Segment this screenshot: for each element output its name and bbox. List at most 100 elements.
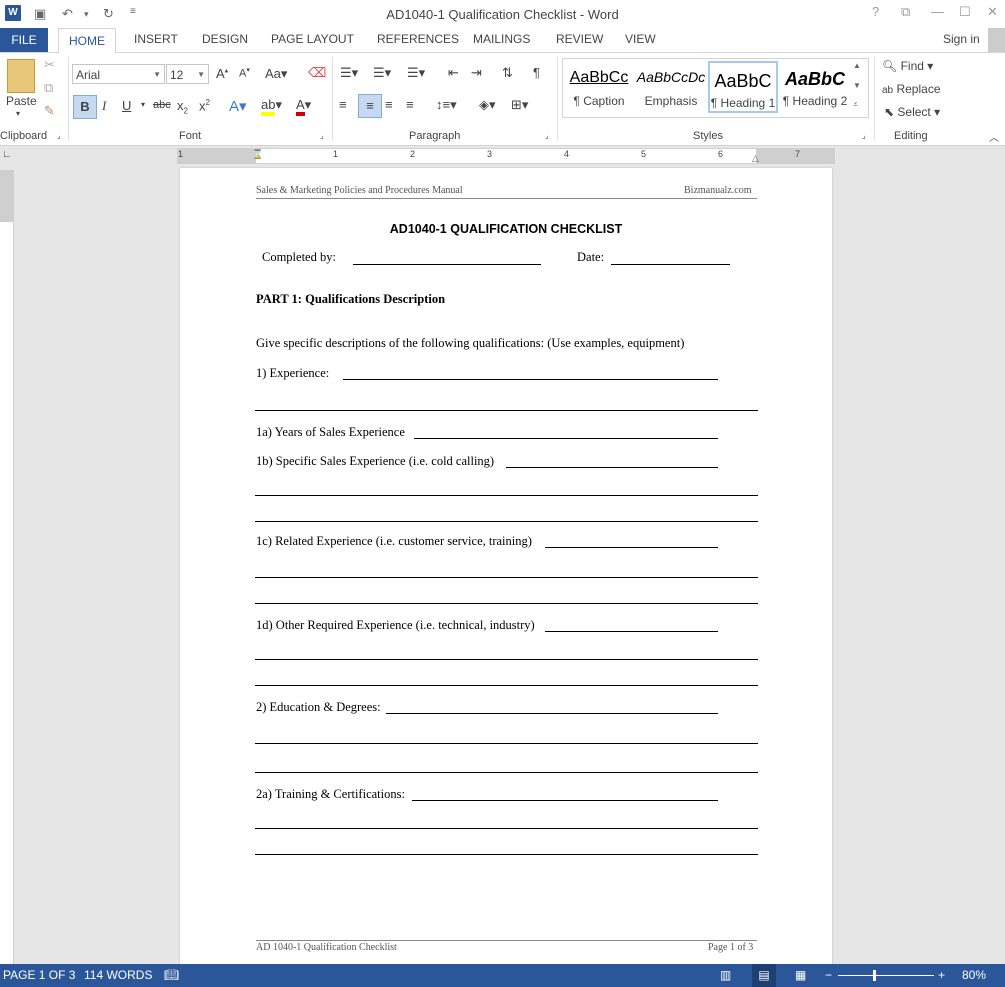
find-button[interactable]: 🔍︎ Find ▾: [882, 59, 933, 73]
bold-button[interactable]: B: [73, 95, 97, 119]
avatar[interactable]: [988, 28, 1005, 52]
tab-references[interactable]: REFERENCES: [377, 32, 459, 46]
clear-formatting-icon[interactable]: ⌫: [308, 65, 326, 81]
font-name-combo[interactable]: Arial ▼: [72, 64, 165, 84]
underline-dropdown-icon[interactable]: ▾: [141, 100, 145, 109]
horizontal-ruler[interactable]: 1 1 2 3 4 5 6 7 ⌛ △: [177, 148, 835, 164]
page-count[interactable]: PAGE 1 OF 3: [3, 968, 75, 982]
read-mode-icon[interactable]: ▥: [720, 968, 731, 982]
font-color-icon[interactable]: A▾: [296, 97, 311, 116]
answer-line: [255, 828, 758, 829]
tab-file[interactable]: FILE: [0, 28, 48, 52]
tab-mailings[interactable]: MAILINGS: [473, 32, 530, 46]
font-size-combo[interactable]: 12 ▼: [166, 64, 209, 84]
answer-line: [255, 743, 758, 744]
change-case-icon[interactable]: Aa▾: [265, 66, 287, 82]
shading-icon[interactable]: ◈▾: [479, 97, 496, 113]
grow-font-icon[interactable]: A▴: [216, 66, 228, 81]
select-button[interactable]: ⬉ Select ▾: [884, 105, 940, 119]
borders-icon[interactable]: ⊞▾: [511, 97, 528, 113]
subscript-button[interactable]: x2: [177, 98, 188, 116]
text-effects-icon[interactable]: A▾: [229, 97, 247, 115]
styles-launcher-icon[interactable]: ⌟: [862, 131, 866, 140]
tab-selector-icon[interactable]: ∟: [2, 150, 12, 160]
right-indent-marker-icon[interactable]: △: [752, 153, 759, 164]
tab-insert[interactable]: INSERT: [134, 32, 178, 46]
vertical-ruler[interactable]: [0, 170, 14, 965]
word-count[interactable]: 114 WORDS: [84, 968, 152, 982]
show-formatting-icon[interactable]: ¶: [533, 65, 540, 80]
indent-marker-icon[interactable]: ⌛: [252, 149, 263, 160]
justify-icon[interactable]: ≡: [406, 97, 414, 112]
align-center-icon[interactable]: ≡: [358, 94, 382, 118]
copy-icon[interactable]: ⧉: [44, 80, 53, 96]
answer-line: [255, 772, 758, 773]
clipboard-launcher-icon[interactable]: ⌟: [57, 131, 61, 140]
font-name-value: Arial: [76, 68, 101, 82]
style-caption[interactable]: AaBbCc ¶ Caption: [564, 61, 634, 113]
tab-design[interactable]: DESIGN: [202, 32, 248, 46]
highlight-icon[interactable]: ab▾: [261, 97, 282, 116]
find-label: Find: [900, 59, 924, 73]
print-layout-icon[interactable]: ▤: [752, 964, 776, 987]
proofing-icon[interactable]: 📖︎: [164, 968, 179, 982]
sort-icon[interactable]: ⇅: [502, 65, 513, 81]
strikethrough-button[interactable]: abc: [153, 99, 171, 111]
numbering-icon[interactable]: ☰▾: [373, 65, 391, 81]
font-launcher-icon[interactable]: ⌟: [320, 131, 324, 140]
paragraph-launcher-icon[interactable]: ⌟: [545, 131, 549, 140]
multilevel-list-icon[interactable]: ☰▾: [407, 65, 425, 81]
tab-review[interactable]: REVIEW: [556, 32, 603, 46]
header-rule: [256, 198, 757, 199]
align-right-icon[interactable]: ≡: [385, 97, 393, 112]
cut-icon[interactable]: ✂: [44, 57, 55, 73]
replace-icon: ab: [882, 85, 894, 96]
editing-group-label: Editing: [894, 130, 928, 142]
sign-in-link[interactable]: Sign in: [943, 32, 980, 46]
zoom-in-icon[interactable]: +: [938, 968, 945, 982]
replace-label: Replace: [896, 82, 941, 96]
shrink-font-icon[interactable]: A▾: [239, 66, 250, 80]
maximize-button[interactable]: ☐: [959, 4, 971, 20]
web-layout-icon[interactable]: ▦: [795, 968, 806, 982]
style-heading-2[interactable]: AaBbC ¶ Heading 2: [780, 61, 850, 113]
styles-more-icon[interactable]: ⩡: [853, 99, 858, 110]
close-button[interactable]: ✕: [987, 4, 998, 20]
minimize-button[interactable]: —: [931, 4, 944, 19]
style-emphasis-name: Emphasis: [644, 94, 698, 108]
bullets-icon[interactable]: ☰▾: [340, 65, 358, 81]
style-heading-1[interactable]: AaBbC ¶ Heading 1: [708, 61, 778, 113]
footer-left: AD 1040-1 Qualification Checklist: [256, 942, 397, 953]
zoom-out-icon[interactable]: −: [825, 968, 832, 982]
format-painter-icon[interactable]: ✎: [44, 103, 55, 119]
zoom-slider-thumb[interactable]: [873, 970, 876, 981]
title-bar: W ▣ ↶ ▾ ↻ ≡ AD1040-1 Qualification Check…: [0, 0, 1005, 28]
paste-button[interactable]: Paste: [6, 94, 37, 108]
tab-home[interactable]: HOME: [58, 28, 116, 55]
decrease-indent-icon[interactable]: ⇤: [448, 65, 459, 81]
zoom-slider[interactable]: [838, 975, 934, 976]
collapse-ribbon-icon[interactable]: ︿: [989, 129, 999, 144]
increase-indent-icon[interactable]: ⇥: [471, 65, 482, 81]
answer-line: [255, 685, 758, 686]
style-heading2-sample: AaBbC: [784, 69, 845, 89]
italic-button[interactable]: I: [102, 98, 106, 114]
ribbon-display-icon[interactable]: ⧉: [901, 4, 910, 20]
line-spacing-icon[interactable]: ↕≡▾: [436, 97, 457, 113]
underline-button[interactable]: U: [122, 98, 131, 113]
paste-dropdown-icon[interactable]: ▾: [16, 109, 20, 118]
superscript-button[interactable]: x2: [199, 98, 210, 113]
tab-page-layout[interactable]: PAGE LAYOUT: [271, 32, 354, 46]
tab-view[interactable]: VIEW: [625, 32, 656, 46]
answer-line: [506, 467, 718, 468]
styles-scroll-down-icon[interactable]: ▼: [853, 81, 861, 90]
zoom-level[interactable]: 80%: [962, 968, 986, 982]
style-heading2-name: ¶ Heading 2: [782, 94, 848, 108]
document-page[interactable]: Sales & Marketing Policies and Procedure…: [180, 168, 832, 968]
replace-button[interactable]: ab Replace: [882, 82, 941, 96]
styles-scroll-up-icon[interactable]: ▲: [853, 61, 861, 70]
align-left-icon[interactable]: ≡: [339, 97, 347, 112]
help-button[interactable]: ?: [872, 4, 879, 19]
style-emphasis[interactable]: AaBbCcDc Emphasis: [636, 61, 706, 113]
paste-icon[interactable]: [7, 59, 35, 93]
